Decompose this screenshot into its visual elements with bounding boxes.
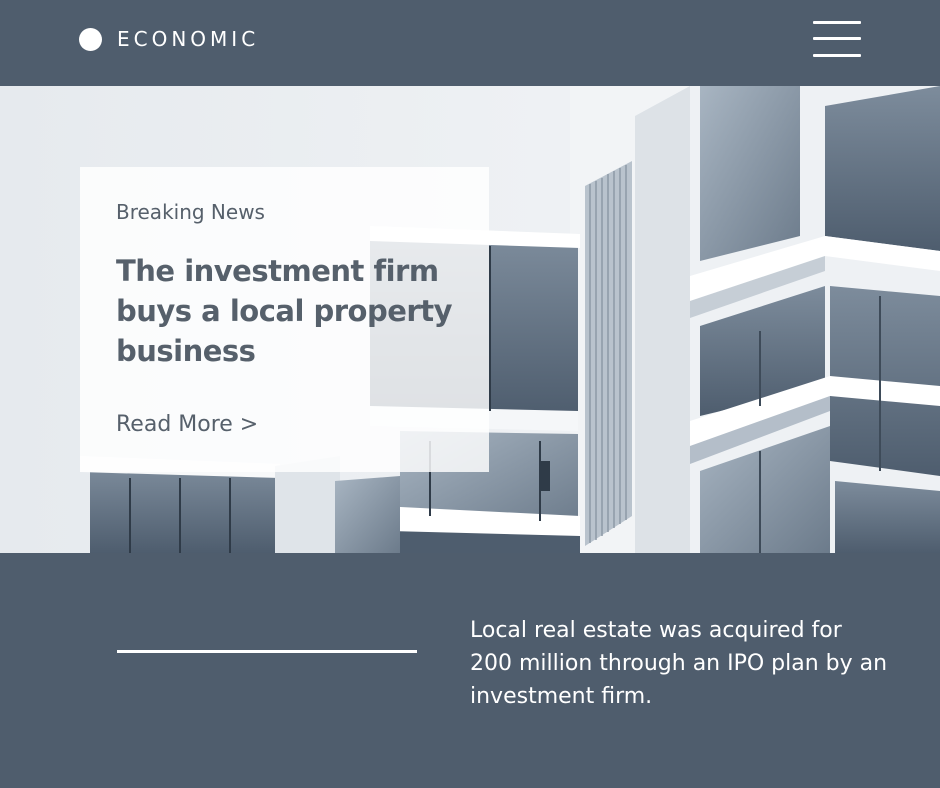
hamburger-menu-icon <box>813 37 861 40</box>
hero-banner: Breaking News The investment firm buys a… <box>0 86 940 553</box>
news-category: Breaking News <box>116 200 265 224</box>
menu-button[interactable] <box>813 21 861 57</box>
news-card[interactable]: Breaking News The investment firm buys a… <box>80 167 489 472</box>
divider-line <box>117 650 417 653</box>
news-headline[interactable]: The investment firm buys a local propert… <box>116 251 466 371</box>
read-more-link[interactable]: Read More > <box>116 412 258 437</box>
top-bar: ECONOMIC <box>0 0 940 86</box>
brand-name[interactable]: ECONOMIC <box>117 27 259 51</box>
hamburger-menu-icon <box>813 54 861 57</box>
news-summary: Local real estate was acquired for 200 m… <box>470 618 888 709</box>
hamburger-menu-icon <box>813 21 861 24</box>
circle-logo-icon <box>79 28 102 51</box>
